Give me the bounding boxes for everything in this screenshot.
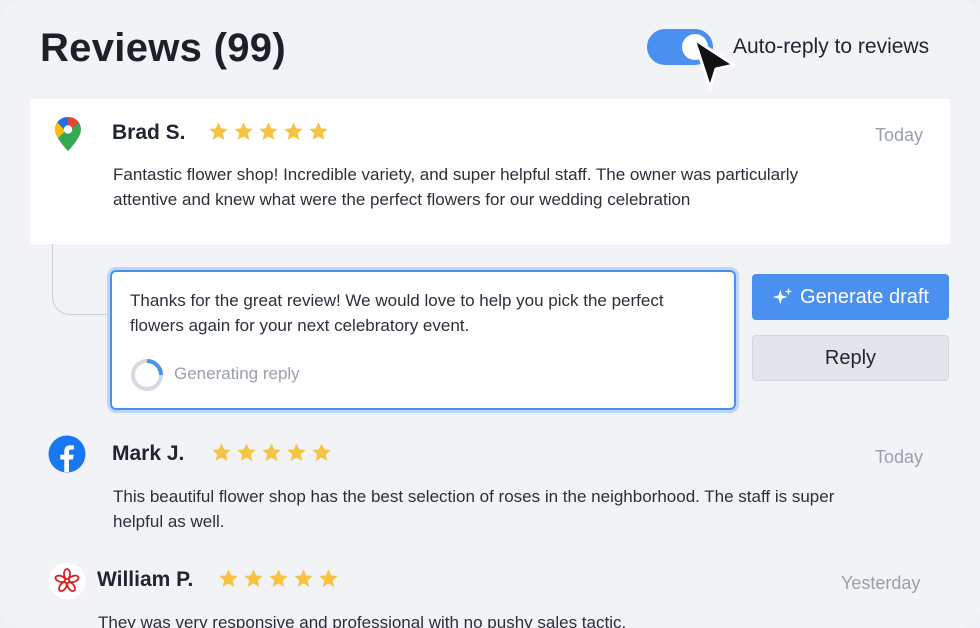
review-card: Brad S. Today Fantastic flower shop! Inc… bbox=[30, 99, 950, 244]
review-text: They was very responsive and professiona… bbox=[98, 610, 928, 628]
star-icon bbox=[287, 443, 306, 461]
star-icon bbox=[309, 122, 328, 140]
reply-button[interactable]: Reply bbox=[752, 335, 949, 381]
star-icon bbox=[259, 122, 278, 140]
reply-draft-text: Thanks for the great review! We would lo… bbox=[130, 288, 720, 338]
mouse-pointer-icon bbox=[692, 37, 736, 90]
auto-reply-label: Auto-reply to reviews bbox=[733, 35, 930, 58]
star-icon bbox=[262, 443, 281, 461]
thread-connector bbox=[52, 244, 115, 315]
generating-status: Generating reply bbox=[174, 364, 300, 383]
star-icon bbox=[234, 122, 253, 140]
page-title: Reviews (99) bbox=[40, 26, 286, 70]
facebook-icon bbox=[48, 435, 86, 473]
reply-draft-line: flowers again for your next celebratory … bbox=[130, 316, 470, 335]
star-icon bbox=[312, 443, 331, 461]
review-text-line: They was very responsive and professiona… bbox=[98, 613, 627, 628]
generate-draft-label: Generate draft bbox=[800, 285, 929, 308]
generate-draft-button[interactable]: Generate draft bbox=[752, 274, 949, 320]
star-rating bbox=[211, 442, 332, 463]
star-rating bbox=[208, 121, 329, 142]
reviewer-name: Mark J. bbox=[112, 442, 185, 465]
review-text: Fantastic flower shop! Incredible variet… bbox=[113, 162, 933, 212]
star-icon bbox=[219, 569, 238, 587]
star-icon bbox=[212, 443, 231, 461]
sparkle-icon bbox=[772, 286, 794, 308]
star-icon bbox=[284, 122, 303, 140]
loading-spinner-icon bbox=[131, 359, 163, 391]
reviewer-name: William P. bbox=[97, 568, 194, 591]
review-date: Yesterday bbox=[841, 573, 921, 593]
reviewer-name: Brad S. bbox=[112, 121, 186, 144]
reply-draft-textarea[interactable]: Thanks for the great review! We would lo… bbox=[110, 270, 736, 410]
review-text: This beautiful flower shop has the best … bbox=[113, 484, 943, 534]
star-icon bbox=[209, 122, 228, 140]
review-date: Today bbox=[875, 125, 924, 145]
review-date: Today bbox=[875, 447, 924, 467]
star-icon bbox=[294, 569, 313, 587]
reviews-panel: Reviews (99) Auto-reply to reviews Brad … bbox=[0, 0, 980, 628]
review-text-line: helpful as well. bbox=[113, 512, 225, 531]
reply-draft-line: Thanks for the great review! We would lo… bbox=[130, 291, 664, 310]
star-icon bbox=[244, 569, 263, 587]
star-icon bbox=[237, 443, 256, 461]
google-maps-icon bbox=[55, 117, 81, 151]
star-rating bbox=[218, 568, 339, 589]
review-text-line: attentive and knew what were the perfect… bbox=[113, 190, 691, 209]
star-icon bbox=[319, 569, 338, 587]
star-icon bbox=[269, 569, 288, 587]
reply-button-label: Reply bbox=[824, 346, 877, 369]
review-text-line: Fantastic flower shop! Incredible variet… bbox=[113, 165, 799, 184]
yelp-icon bbox=[48, 562, 86, 600]
review-text-line: This beautiful flower shop has the best … bbox=[113, 487, 835, 506]
